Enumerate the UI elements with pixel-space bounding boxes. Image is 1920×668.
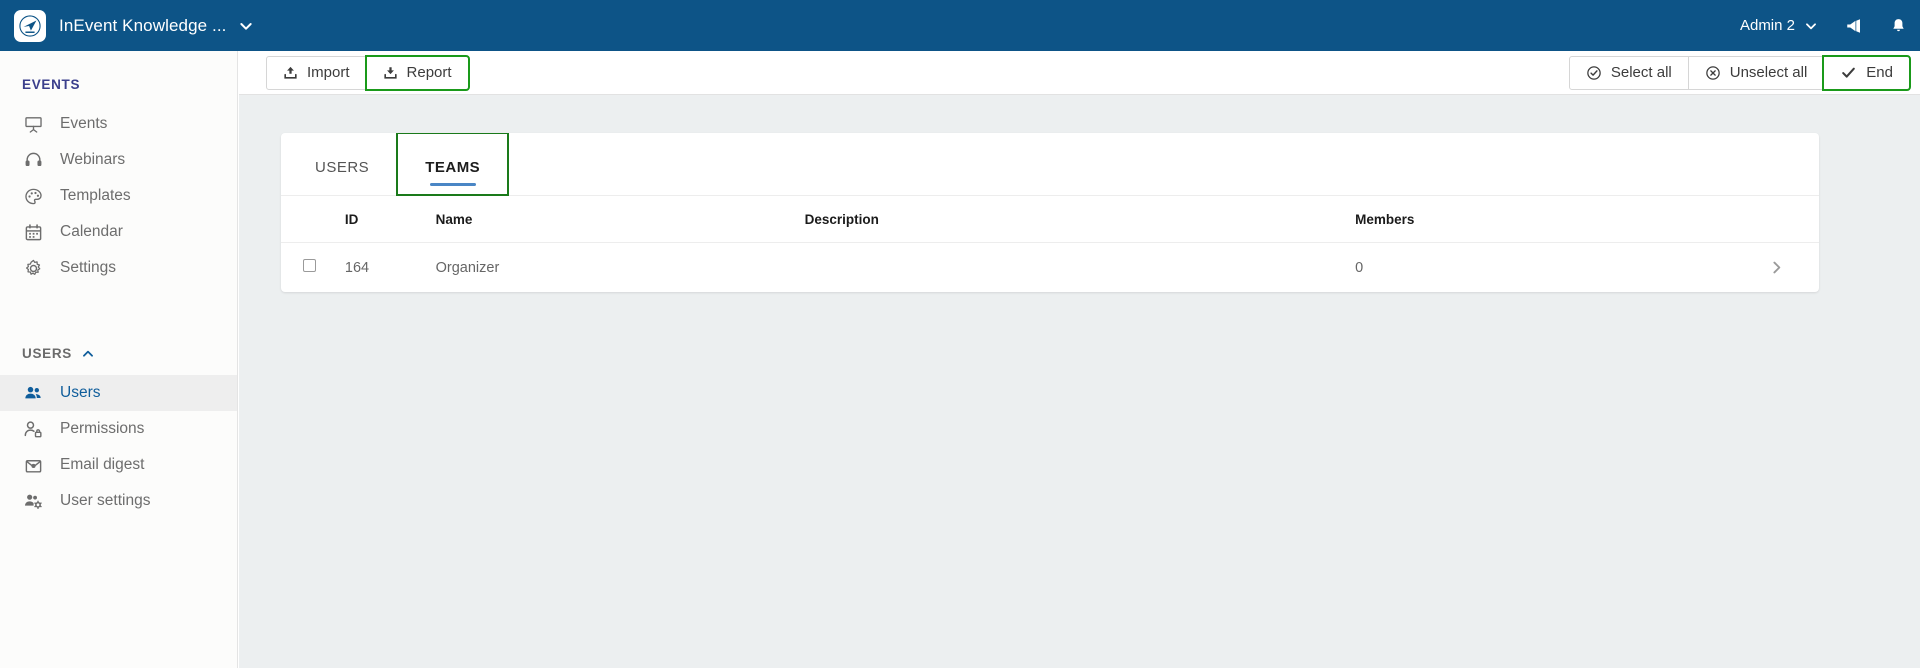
users-cog-icon (22, 490, 44, 512)
column-header-actions (1695, 196, 1819, 243)
row-description (805, 243, 1355, 293)
sidebar-section-users-list: Users Permissions Email digest User sett… (0, 375, 237, 519)
chevron-right-icon[interactable] (1695, 259, 1785, 276)
user-lock-icon (22, 418, 44, 440)
column-header-id[interactable]: ID (344, 196, 436, 243)
tab-active-underline (429, 182, 476, 186)
sidebar: EVENTS Events Webinars Templates Calenda… (0, 51, 238, 668)
calendar-icon (22, 221, 44, 243)
sidebar-item-label: Settings (60, 259, 117, 276)
sidebar-section-users-header[interactable]: USERS (0, 346, 237, 361)
sidebar-item-webinars[interactable]: Webinars (0, 142, 237, 178)
sidebar-item-label: Templates (60, 187, 131, 204)
column-header-members[interactable]: Members (1355, 196, 1696, 243)
palette-icon (22, 185, 44, 207)
unselect-all-button-label: Unselect all (1729, 64, 1808, 81)
brand-area[interactable]: InEvent Knowledge ... (0, 0, 297, 51)
account-label: Admin 2 (1739, 17, 1795, 34)
teams-card: USERS TEAMS ID Name Description Members (281, 133, 1819, 292)
end-button-label: End (1866, 64, 1893, 81)
end-button[interactable]: End (1822, 54, 1911, 91)
unselect-all-button[interactable]: Unselect all (1687, 55, 1825, 90)
sidebar-item-user-settings[interactable]: User settings (0, 483, 237, 519)
presentation-screen-icon (22, 113, 44, 135)
envelope-icon (22, 454, 44, 476)
report-button-label: Report (406, 64, 452, 81)
select-all-button-label: Select all (1610, 64, 1672, 81)
inevent-logo-icon (14, 9, 46, 42)
teams-table-body: 164 Organizer 0 (281, 243, 1819, 293)
import-button[interactable]: Import (266, 55, 367, 90)
toolbar-right-group: Select all Unselect all End (1568, 54, 1911, 91)
top-bar: InEvent Knowledge ... Admin 2 (0, 0, 1920, 51)
tab-teams-label: TEAMS (425, 158, 481, 176)
content-area: Import Report Select all Unselect all En… (239, 51, 1920, 668)
table-header-row: ID Name Description Members (281, 196, 1819, 243)
row-members: 0 (1355, 259, 1364, 276)
row-checkbox[interactable] (303, 259, 316, 272)
row-open-cell[interactable] (1695, 243, 1819, 293)
row-name: Organizer (435, 259, 500, 276)
sidebar-item-label: User settings (60, 492, 151, 509)
teams-table: ID Name Description Members 164 Organize… (281, 196, 1819, 292)
download-icon (383, 65, 398, 80)
circle-check-icon (1586, 65, 1602, 81)
topbar-right-group: Admin 2 (1732, 0, 1920, 51)
sidebar-item-templates[interactable]: Templates (0, 178, 237, 214)
sidebar-section-events-title: EVENTS (22, 77, 81, 92)
users-group-icon (22, 382, 44, 404)
bell-icon[interactable] (1876, 0, 1920, 51)
sidebar-item-label: Calendar (60, 223, 123, 240)
sidebar-section-users-title: USERS (22, 346, 73, 361)
import-button-label: Import (307, 64, 350, 81)
circle-x-icon (1705, 65, 1721, 81)
card-tabs: USERS TEAMS (281, 133, 1819, 196)
sidebar-item-label: Email digest (60, 456, 145, 473)
upload-icon (283, 65, 298, 80)
company-name: InEvent Knowledge ... (59, 15, 227, 35)
tab-teams[interactable]: TEAMS (396, 133, 510, 196)
report-button[interactable]: Report (364, 54, 470, 91)
sidebar-item-label: Permissions (60, 420, 145, 437)
sidebar-item-label: Events (60, 115, 108, 132)
row-checkbox-cell[interactable] (281, 243, 345, 293)
sidebar-item-events[interactable]: Events (0, 106, 237, 142)
sidebar-item-users[interactable]: Users (0, 375, 237, 411)
sidebar-item-label: Webinars (60, 151, 126, 168)
megaphone-icon[interactable] (1832, 0, 1876, 51)
column-header-name[interactable]: Name (435, 196, 805, 243)
tab-users[interactable]: USERS (287, 133, 397, 195)
check-icon (1840, 64, 1857, 81)
teams-table-head: ID Name Description Members (281, 196, 1819, 243)
toolbar-left-group: Import Report (266, 54, 470, 91)
column-header-select (281, 196, 345, 243)
sidebar-item-calendar[interactable]: Calendar (0, 214, 237, 250)
gear-icon (22, 257, 44, 279)
account-menu[interactable]: Admin 2 (1732, 0, 1832, 51)
action-toolbar: Import Report Select all Unselect all En… (239, 51, 1920, 95)
tab-users-label: USERS (315, 158, 370, 176)
select-all-button[interactable]: Select all (1568, 55, 1689, 90)
sidebar-item-email-digest[interactable]: Email digest (0, 447, 237, 483)
sidebar-item-permissions[interactable]: Permissions (0, 411, 237, 447)
headset-icon (22, 149, 44, 171)
sidebar-item-label: Users (60, 384, 101, 401)
sidebar-item-settings[interactable]: Settings (0, 250, 237, 286)
column-header-description[interactable]: Description (804, 196, 1356, 243)
row-id: 164 (344, 259, 370, 276)
table-row[interactable]: 164 Organizer 0 (281, 243, 1819, 293)
sidebar-section-events-list: Events Webinars Templates Calendar Setti… (0, 106, 237, 286)
chevron-down-icon[interactable] (238, 18, 254, 34)
app-root: InEvent Knowledge ... Admin 2 EVENTS Eve… (0, 0, 1920, 668)
chevron-up-icon[interactable] (81, 347, 95, 361)
chevron-down-icon (1804, 19, 1818, 33)
